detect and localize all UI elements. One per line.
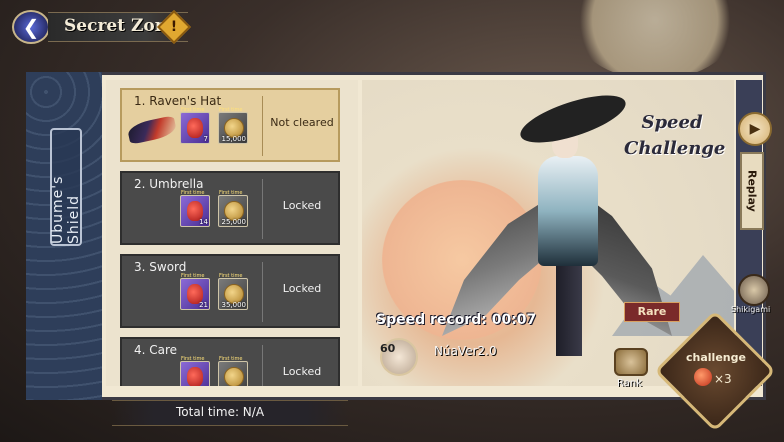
stage-status: Not cleared — [270, 116, 334, 129]
rarity-badge: Rare — [624, 302, 680, 322]
shikigami-button[interactable] — [738, 274, 770, 306]
reward-item[interactable]: First time 7 — [180, 107, 210, 144]
rank-label: Rank — [617, 378, 642, 389]
player-name: NúaVer2.0 — [434, 344, 497, 358]
character-body — [538, 156, 598, 266]
reward-item[interactable]: First time 15,000 — [218, 107, 248, 144]
stage-card-4[interactable]: 4. Care First time First time Locked — [120, 337, 340, 386]
chevron-left-icon: ❮ — [22, 15, 40, 39]
divider — [262, 262, 263, 322]
back-button[interactable]: ❮ — [12, 10, 50, 44]
total-time-text: Total time: N/A — [176, 405, 265, 419]
stage-card-1[interactable]: 1. Raven's Hat First time 7 First time 1… — [120, 88, 340, 162]
ticket-count: ×3 — [714, 372, 732, 386]
speed-record-text: Speed record: 00:07 — [376, 312, 537, 328]
reward-item[interactable]: First time 25,000 — [218, 190, 248, 227]
ravens-hat-feather-icon — [126, 115, 178, 145]
stage-status: Locked — [282, 365, 322, 378]
stage-card-2[interactable]: 2. Umbrella First time 14 First time 25,… — [120, 171, 340, 245]
stage-status: Locked — [282, 199, 322, 212]
reward-item[interactable]: First time 14 — [180, 190, 210, 227]
stage-list: 1. Raven's Hat First time 7 First time 1… — [106, 80, 358, 386]
play-icon: ▶ — [749, 121, 761, 137]
player-level: 60 — [380, 342, 396, 355]
character-legs — [556, 266, 582, 356]
stage-status: Locked — [282, 282, 322, 295]
divider — [262, 96, 263, 156]
speed-challenge-heading: Speed Challenge — [624, 112, 726, 159]
divider — [262, 345, 263, 386]
play-replay-button[interactable]: ▶ — [738, 112, 772, 146]
shikigami-label: Shikigami — [731, 305, 771, 314]
ticket-icon — [694, 368, 712, 386]
divider — [262, 179, 263, 239]
challenge-label: challenge — [686, 351, 746, 364]
reward-item[interactable]: First time — [180, 356, 210, 386]
rank-button[interactable] — [614, 348, 648, 376]
red-bead-icon — [187, 118, 203, 138]
gold-coin-icon — [224, 367, 244, 386]
stage-card-3[interactable]: 3. Sword First time 21 First time 35,000… — [120, 254, 340, 328]
red-bead-icon — [187, 367, 203, 386]
zone-name-tab: Ubume's Shield — [50, 128, 82, 246]
reward-item[interactable]: First time — [218, 356, 248, 386]
zone-name-label: Ubume's Shield — [50, 175, 82, 244]
stage-title: 1. Raven's Hat — [134, 94, 222, 108]
reward-item[interactable]: First time 35,000 — [218, 273, 248, 310]
boss-art-panel: Speed Challenge Speed record: 00:07 Rare… — [362, 80, 734, 386]
stage-title: 4. Care — [134, 343, 178, 357]
reward-item[interactable]: First time 21 — [180, 273, 210, 310]
stage-title: 3. Sword — [134, 260, 187, 274]
replay-tab[interactable]: Replay — [740, 152, 764, 230]
stage-title: 2. Umbrella — [134, 177, 204, 191]
top-bar: ❮ Secret Zone ! — [0, 0, 784, 52]
